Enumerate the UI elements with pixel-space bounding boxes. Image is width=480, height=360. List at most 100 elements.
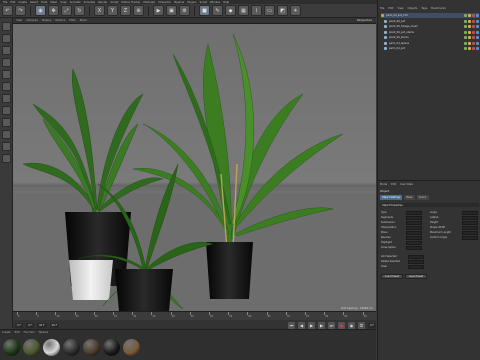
tag-icon[interactable] — [472, 25, 475, 28]
tag-icon[interactable] — [464, 47, 467, 50]
tag-icon[interactable] — [476, 36, 479, 39]
tag-icon[interactable] — [468, 30, 471, 34]
render-settings-icon[interactable]: ⚙ — [179, 5, 190, 16]
points-mode-icon[interactable] — [1, 70, 11, 79]
y-axis-icon[interactable]: Y — [107, 5, 118, 16]
tag-icon[interactable] — [472, 14, 475, 17]
tag-icon[interactable] — [472, 36, 475, 39]
model-mode-icon[interactable] — [1, 34, 11, 43]
property-field[interactable] — [408, 260, 424, 264]
object-manager-menu-item[interactable]: Bookmarks — [431, 7, 446, 10]
property-field[interactable] — [408, 265, 424, 269]
tag-icon[interactable] — [464, 14, 467, 17]
timeline-ruler[interactable]: 0 5 10 15 20 25 30 35 40 45 50 55 60 65 70 75 80 85 90 — [13, 312, 376, 320]
camera-icon[interactable]: ◩ — [277, 5, 288, 16]
render-view-icon[interactable]: ▶ — [153, 5, 164, 16]
tag-icon[interactable] — [472, 47, 475, 50]
tag-icon[interactable] — [472, 19, 475, 23]
tag-icon[interactable] — [464, 25, 467, 28]
material-menu-item[interactable]: Create — [2, 331, 11, 334]
tag-icon[interactable] — [468, 36, 471, 39]
goto-end-icon[interactable]: ⏭ — [328, 322, 336, 329]
goto-start-icon[interactable]: ⏮ — [288, 322, 296, 329]
property-field[interactable] — [462, 236, 478, 240]
preset-button[interactable]: Save Preset — [405, 274, 428, 279]
object-row[interactable]: plant_06_pot — [381, 19, 479, 24]
live-selection-icon[interactable]: ◉ — [35, 5, 46, 16]
attribute-menu-item[interactable]: Edit — [391, 183, 396, 186]
current-frame-field[interactable]: 0 F — [15, 323, 23, 328]
material-swatch[interactable] — [123, 339, 140, 356]
property-field[interactable] — [462, 231, 478, 235]
material-menu-item[interactable]: Function — [24, 331, 35, 334]
tag-icon[interactable] — [472, 30, 475, 34]
object-row[interactable]: palm_04_leaves — [381, 41, 479, 46]
object-manager-menu-item[interactable]: Edit — [388, 7, 393, 10]
object-row[interactable]: plant_06_foliage_mesh — [381, 24, 479, 29]
property-field[interactable] — [406, 211, 422, 215]
attribute-tab[interactable]: Coord. — [416, 195, 429, 200]
next-key-icon[interactable]: ▶ — [318, 322, 326, 329]
tag-icon[interactable] — [464, 19, 467, 23]
redo-icon[interactable]: ↷ — [15, 5, 26, 16]
material-swatch[interactable] — [83, 339, 100, 356]
property-field[interactable] — [406, 246, 422, 250]
material-swatch[interactable] — [43, 339, 60, 356]
tag-icon[interactable] — [476, 30, 479, 34]
deformer-icon[interactable]: ⌇ — [251, 5, 262, 16]
end-frame-field[interactable]: 90 F — [36, 323, 47, 328]
subdivision-icon[interactable]: ◆ — [225, 5, 236, 16]
tag-icon[interactable] — [476, 25, 479, 28]
snapping-icon[interactable] — [1, 130, 11, 139]
property-field[interactable] — [408, 255, 424, 259]
property-field[interactable] — [406, 236, 422, 240]
polygons-mode-icon[interactable] — [1, 94, 11, 103]
property-field[interactable] — [462, 216, 478, 220]
tag-icon[interactable] — [468, 25, 471, 28]
object-row[interactable]: palm_04_set_c4d — [381, 13, 479, 18]
tag-icon[interactable] — [476, 47, 479, 50]
material-swatch[interactable] — [3, 339, 20, 356]
attribute-menu-item[interactable]: Mode — [380, 183, 387, 186]
attribute-tab[interactable]: Basic — [404, 195, 415, 200]
max-frame-field[interactable]: 90 F — [49, 323, 60, 328]
object-manager-menu-item[interactable]: Objects — [408, 7, 418, 10]
start-frame-field[interactable]: 0 F — [25, 323, 34, 328]
record-icon[interactable]: ● — [338, 322, 346, 329]
material-menu-item[interactable]: Edit — [15, 331, 20, 334]
property-field[interactable] — [406, 216, 422, 220]
property-field[interactable] — [406, 231, 422, 235]
tag-icon[interactable] — [468, 41, 471, 45]
property-field[interactable] — [462, 226, 478, 230]
property-field[interactable] — [462, 211, 478, 215]
object-manager-menu-item[interactable]: Tags — [421, 7, 427, 10]
tag-icon[interactable] — [476, 19, 479, 23]
viewport-menu-item[interactable]: Filter — [69, 19, 75, 22]
scale-icon[interactable]: ⤢ — [61, 5, 72, 16]
tweak-mode-icon[interactable] — [1, 118, 11, 127]
rotate-icon[interactable]: ↻ — [74, 5, 85, 16]
object-row[interactable]: palm_04_pot — [381, 46, 479, 51]
attribute-tab[interactable]: Object Settings — [380, 195, 403, 200]
coordinate-system-icon[interactable]: ⊕ — [133, 5, 144, 16]
array-icon[interactable]: ▦ — [238, 5, 249, 16]
light-icon[interactable]: ☀ — [290, 5, 301, 16]
tag-icon[interactable] — [472, 41, 475, 45]
cube-icon[interactable]: ■ — [199, 5, 210, 16]
tag-icon[interactable] — [464, 30, 467, 34]
property-field[interactable] — [406, 241, 422, 245]
floor-icon[interactable]: ▭ — [264, 5, 275, 16]
property-field[interactable] — [406, 221, 422, 225]
tag-icon[interactable] — [464, 36, 467, 39]
material-swatch[interactable] — [103, 339, 120, 356]
attribute-menu-item[interactable]: User Data — [400, 183, 413, 186]
tag-icon[interactable] — [468, 47, 471, 50]
keyframe-selection-icon[interactable]: ⚿ — [358, 322, 366, 329]
preset-button[interactable]: Load Preset — [381, 274, 403, 279]
right-frame-field[interactable]: 0 F — [368, 323, 376, 328]
undo-icon[interactable]: ↶ — [2, 5, 13, 16]
move-icon[interactable]: ✥ — [48, 5, 59, 16]
material-menu-item[interactable]: Texture — [39, 331, 49, 334]
solo-icon[interactable] — [1, 154, 11, 163]
texture-mode-icon[interactable] — [1, 46, 11, 55]
